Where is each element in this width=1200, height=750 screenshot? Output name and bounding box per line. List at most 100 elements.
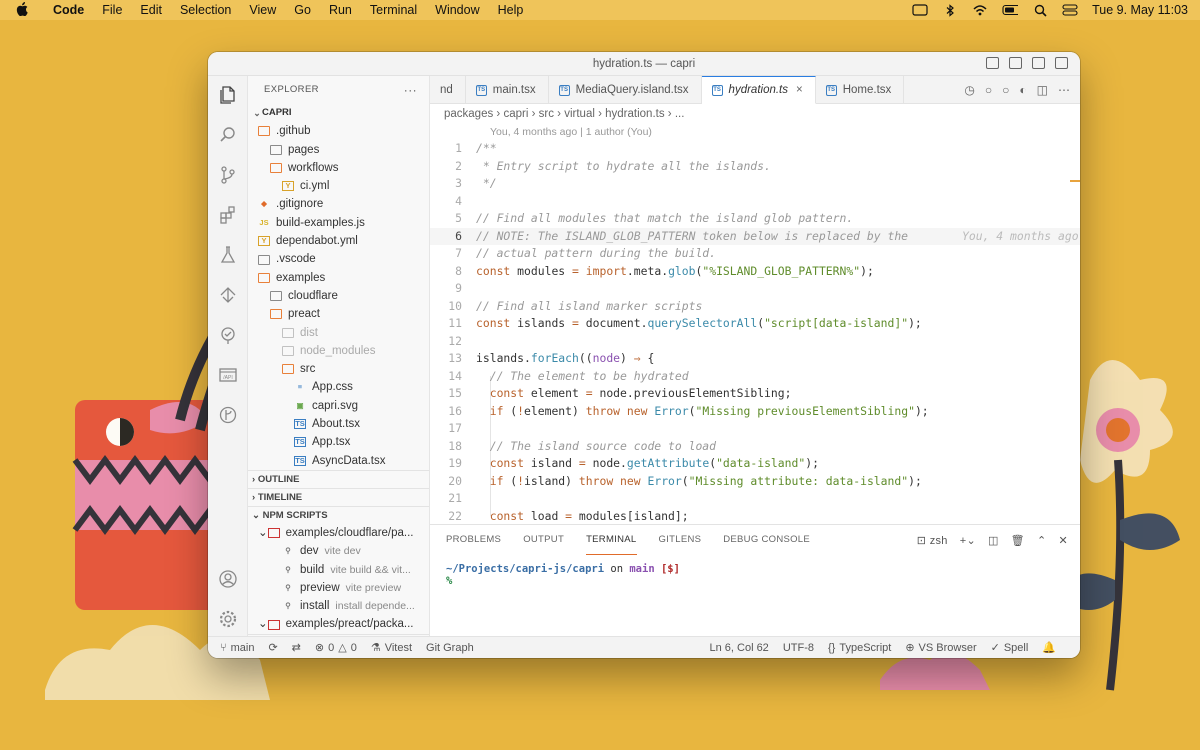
code-line[interactable]: 10 // Find all island marker scripts <box>430 298 1080 316</box>
breadcrumb-item[interactable]: ... <box>675 108 685 120</box>
code-line[interactable]: 22 const load = modules[island]; <box>430 508 1080 525</box>
code-line[interactable]: 9 <box>430 280 1080 298</box>
tree-item[interactable]: TS App.tsx <box>248 433 429 451</box>
tree-item[interactable]: pages <box>248 141 429 159</box>
tree-item[interactable]: .github <box>248 122 429 140</box>
code-line[interactable]: 2 * Entry script to hydrate all the isla… <box>430 158 1080 176</box>
close-icon[interactable]: × <box>796 76 803 104</box>
tab-terminal[interactable]: TERMINAL <box>586 525 637 555</box>
code-line[interactable]: 21 <box>430 490 1080 508</box>
spotlight-search-icon[interactable] <box>1032 4 1048 17</box>
terminal-output[interactable]: ~/Projects/capri-js/capri on main [$] % <box>430 555 1080 587</box>
source-control-icon[interactable] <box>217 164 239 186</box>
tree-item[interactable]: TS AsyncData.tsx <box>248 452 429 470</box>
npm-script[interactable]: ⚲ preview vite preview <box>248 579 429 597</box>
language-status[interactable]: {} TypeScript <box>828 642 891 654</box>
menu-edit[interactable]: Edit <box>131 3 171 17</box>
npm-script[interactable]: ⚲ dev vite dev <box>248 542 429 560</box>
tab-output[interactable]: OUTPUT <box>523 525 564 555</box>
workspace-root[interactable]: ⌄ CAPRI <box>248 104 429 122</box>
menu-selection[interactable]: Selection <box>171 3 240 17</box>
browser-status[interactable]: ⊕ VS Browser <box>905 641 976 655</box>
code-line[interactable]: 3 */ <box>430 175 1080 193</box>
code-line[interactable]: 5 // Find all modules that match the isla… <box>430 210 1080 228</box>
code-line[interactable]: 11 const islands = document.querySelector… <box>430 315 1080 333</box>
accounts-icon[interactable] <box>217 568 239 590</box>
vitest-status[interactable]: ⚗ Vitest <box>371 641 412 655</box>
menu-app-name[interactable]: Code <box>44 3 93 17</box>
toggle-sidebar-icon[interactable] <box>986 57 999 69</box>
tree-item[interactable]: dist <box>248 324 429 342</box>
code-line[interactable]: 14 // The element to be hydrated <box>430 368 1080 386</box>
tree-item[interactable]: node_modules <box>248 342 429 360</box>
code-line[interactable]: 4 <box>430 193 1080 211</box>
testing-flask-icon[interactable] <box>217 244 239 266</box>
tab-problems[interactable]: PROBLEMS <box>446 525 501 555</box>
code-line[interactable]: 16 if (!element) throw new Error("Missin… <box>430 403 1080 421</box>
code-line[interactable]: 19 const island = node.getAttribute("dat… <box>430 455 1080 473</box>
editor-tab[interactable]: TS hydration.ts × <box>701 76 816 104</box>
tree-item[interactable]: workflows <box>248 159 429 177</box>
extensions-icon[interactable] <box>217 204 239 226</box>
menu-terminal[interactable]: Terminal <box>361 3 426 17</box>
timeline-section[interactable]: › TIMELINE <box>248 487 429 506</box>
code-line[interactable]: 8 const modules = import.meta.glob("%ISLA… <box>430 263 1080 281</box>
tab-gitlens[interactable]: GITLENS <box>659 525 702 555</box>
close-panel-icon[interactable]: ✕ <box>1058 534 1068 547</box>
tree-item[interactable]: ▣ capri.svg <box>248 397 429 415</box>
control-center-icon[interactable] <box>1062 4 1078 16</box>
maximize-panel-icon[interactable]: ⌃ <box>1037 534 1047 547</box>
apple-menu-icon[interactable] <box>0 1 44 19</box>
tree-item[interactable]: src <box>248 360 429 378</box>
encoding-status[interactable]: UTF-8 <box>783 642 814 654</box>
sync-icon[interactable]: ⟳ <box>268 641 277 654</box>
search-icon[interactable] <box>217 124 239 146</box>
kill-terminal-icon[interactable]: 🗑 <box>1011 534 1025 547</box>
npm-script[interactable]: ⚲ install install depende... <box>248 597 429 615</box>
editor-tab[interactable]: TS MediaQuery.island.tsx <box>549 76 702 104</box>
git-graph-status[interactable]: Git Graph <box>426 642 474 654</box>
battery-icon[interactable] <box>1002 4 1019 16</box>
cursor-position[interactable]: Ln 6, Col 62 <box>709 642 768 654</box>
live-share-icon[interactable]: ⇄ <box>292 641 301 654</box>
toggle-panel-icon[interactable] <box>1009 57 1022 69</box>
menubar-clock[interactable]: Tue 9. May 11:03 <box>1092 3 1188 17</box>
menu-view[interactable]: View <box>240 3 285 17</box>
previous-change-icon[interactable]: ○ <box>985 83 992 97</box>
tab-debug-console[interactable]: DEBUG CONSOLE <box>723 525 810 555</box>
outline-section[interactable]: › OUTLINE <box>248 469 429 488</box>
remote-explorer-icon[interactable] <box>217 284 239 306</box>
terminal-shell-selector[interactable]: ⊡ zsh <box>917 534 948 547</box>
menu-file[interactable]: File <box>93 3 131 17</box>
npm-script[interactable]: ⚲ build vite build && vit... <box>248 561 429 579</box>
more-icon[interactable]: ⋯ <box>1058 83 1070 97</box>
next-change-icon[interactable]: ○ <box>1002 83 1009 97</box>
tree-item[interactable]: Yci.yml <box>248 177 429 195</box>
tree-item[interactable]: JS build-examples.js <box>248 214 429 232</box>
menu-go[interactable]: Go <box>285 3 320 17</box>
menu-window[interactable]: Window <box>426 3 488 17</box>
more-actions-icon[interactable]: ··· <box>404 76 417 104</box>
menu-run[interactable]: Run <box>320 3 361 17</box>
code-line[interactable]: 12 <box>430 333 1080 351</box>
code-line[interactable]: 15 const element = node.previousElementS… <box>430 385 1080 403</box>
breadcrumb-item[interactable]: packages <box>444 108 493 120</box>
settings-gear-icon[interactable] <box>217 608 239 630</box>
tree-item[interactable]: preact <box>248 305 429 323</box>
api-icon[interactable]: /API <box>217 364 239 386</box>
bluetooth-icon[interactable] <box>942 3 958 17</box>
breadcrumb-item[interactable]: hydration.ts <box>605 108 664 120</box>
spell-status[interactable]: ✓ Spell <box>991 641 1029 655</box>
editor-tab[interactable]: TS main.tsx <box>466 76 549 104</box>
breadcrumb-item[interactable]: src <box>539 108 554 120</box>
code-line[interactable]: 20 if (!island) throw new Error("Missing… <box>430 473 1080 491</box>
npm-scripts-section[interactable]: ⌄ NPM SCRIPTS <box>248 505 429 524</box>
notifications-bell-icon[interactable]: 🔔 <box>1042 641 1056 654</box>
npm-package[interactable]: ⌄ examples/preact/packa... <box>248 615 429 633</box>
code-line[interactable]: 7 // actual pattern during the build. <box>430 245 1080 263</box>
tree-item[interactable]: .vscode <box>248 250 429 268</box>
npm-package[interactable]: ⌄ examples/cloudflare/pa... <box>248 524 429 542</box>
code-line[interactable]: 17 <box>430 420 1080 438</box>
code-editor[interactable]: 1 /** 2 * Entry script to hydrate all the … <box>430 140 1080 524</box>
problems-status[interactable]: ⊗ 0 △ 0 <box>315 641 357 655</box>
